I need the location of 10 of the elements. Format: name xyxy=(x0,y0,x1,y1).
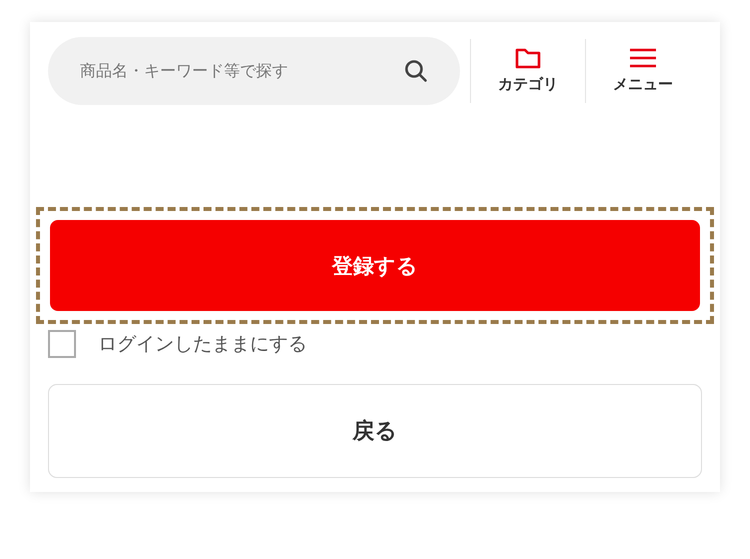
folder-icon xyxy=(515,47,541,69)
checkbox[interactable] xyxy=(48,330,76,358)
menu-button[interactable]: メニュー xyxy=(585,38,700,102)
register-button[interactable]: 登録する xyxy=(50,220,700,311)
menu-icon xyxy=(629,47,657,69)
search-field[interactable]: 商品名・キーワード等で探す xyxy=(48,36,460,104)
category-button[interactable]: カテゴリ xyxy=(470,38,585,102)
search-icon xyxy=(404,58,428,82)
checkbox-label[interactable]: ログインしたままにする xyxy=(98,331,307,357)
back-button[interactable]: 戻る xyxy=(48,384,702,478)
